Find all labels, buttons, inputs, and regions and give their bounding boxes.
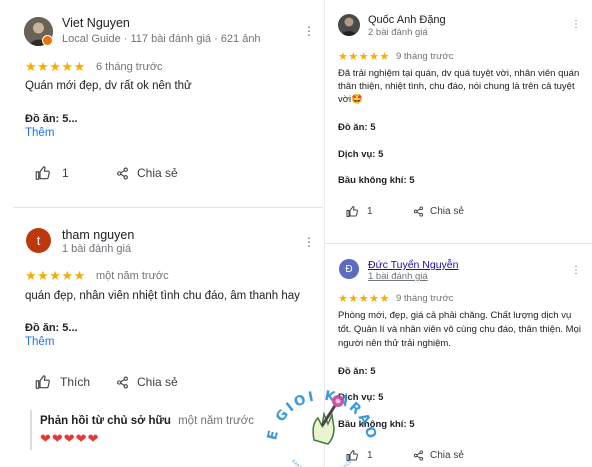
reviewer-name[interactable]: Đức Tuyển Nguyễn	[368, 259, 459, 271]
share-label: Chia sẻ	[430, 450, 464, 461]
review-text: Quán mới đẹp, dv rất ok nên thử	[25, 80, 192, 92]
left-review-column: Viet Nguyen Local Guide · 117 bài đánh g…	[0, 0, 323, 467]
thumbs-up-icon	[35, 375, 50, 389]
thumbs-up-icon	[35, 166, 50, 180]
reviewer-name[interactable]: Quốc Anh Đặng	[368, 14, 446, 26]
atmosphere-rating: Bầu không khí: 5	[338, 419, 415, 430]
service-rating: Dịch vụ: 5	[338, 149, 384, 160]
avatar[interactable]: Đ	[339, 259, 359, 279]
owner-reply-time: một năm trước	[178, 415, 255, 427]
review-time: 6 tháng trước	[96, 61, 163, 73]
like-count: 1	[62, 166, 69, 180]
like-button[interactable]: 1	[35, 166, 69, 180]
share-label: Chia sẻ	[137, 166, 178, 180]
atmosphere-rating: Bầu không khí: 5	[338, 175, 415, 186]
food-rating: Đồ ăn: 5...	[25, 113, 78, 125]
service-rating: Dịch vụ: 5	[338, 392, 384, 403]
food-rating: Đồ ăn: 5	[338, 122, 376, 133]
thumbs-up-icon	[346, 206, 358, 217]
reviewer-meta[interactable]: 1 bài đánh giá	[368, 271, 428, 282]
star-rating: ★★★★★	[25, 268, 86, 283]
avatar-letter: t	[36, 233, 41, 248]
more-options-icon[interactable]: ⋮	[303, 25, 315, 37]
review-time: 9 tháng trước	[396, 293, 454, 304]
like-button[interactable]: 1	[346, 206, 373, 217]
share-button[interactable]: Chia sẻ	[116, 375, 178, 389]
reviewer-name[interactable]: tham nguyen	[62, 228, 134, 242]
share-label: Chia sẻ	[430, 206, 464, 217]
review-text: Đã trải nghiệm tại quán, dv quá tuyệt vờ…	[338, 68, 580, 105]
share-button[interactable]: Chia sẻ	[116, 166, 178, 180]
like-count: 1	[367, 206, 373, 217]
reviewer-name[interactable]: Viet Nguyen	[62, 16, 130, 30]
more-options-icon[interactable]: ⋮	[571, 266, 581, 276]
like-count: 1	[367, 450, 373, 461]
like-button[interactable]: Thích	[35, 375, 90, 389]
review-divider	[325, 243, 592, 244]
food-rating: Đồ ăn: 5...	[25, 322, 78, 334]
more-options-icon[interactable]: ⋮	[303, 236, 315, 248]
owner-reply: Phản hồi từ chủ sở hữu một năm trước ❤❤❤…	[30, 410, 300, 450]
review-text: quán đẹp, nhân viên nhiệt tình chu đáo, …	[25, 290, 300, 302]
avatar[interactable]	[338, 14, 360, 36]
local-guide-badge	[42, 35, 53, 46]
share-icon	[413, 206, 424, 217]
star-rating: ★★★★★	[338, 293, 390, 305]
star-rating: ★★★★★	[25, 59, 86, 74]
owner-reply-text: ❤❤❤❤❤	[40, 431, 100, 446]
share-icon	[116, 167, 129, 180]
right-review-column: Quốc Anh Đặng 2 bài đánh giá ⋮ ★★★★★ 9 t…	[324, 0, 592, 467]
share-button[interactable]: Chia sẻ	[413, 450, 464, 461]
food-rating: Đồ ăn: 5	[338, 366, 376, 377]
reviewer-meta[interactable]: 2 bài đánh giá	[368, 27, 428, 38]
review-time: 9 tháng trước	[396, 51, 454, 62]
share-icon	[413, 450, 424, 461]
more-link[interactable]: Thêm	[25, 127, 54, 139]
more-options-icon[interactable]: ⋮	[571, 20, 581, 30]
avatar-letter: Đ	[345, 263, 353, 275]
share-button[interactable]: Chia sẻ	[413, 206, 464, 217]
reviewer-meta[interactable]: 1 bài đánh giá	[62, 243, 131, 255]
more-link[interactable]: Thêm	[25, 336, 54, 348]
star-rating: ★★★★★	[338, 51, 390, 63]
like-button[interactable]: 1	[346, 450, 373, 461]
share-icon	[116, 376, 129, 389]
review-time: một năm trước	[96, 270, 169, 282]
share-label: Chia sẻ	[137, 375, 178, 389]
avatar[interactable]: t	[26, 228, 51, 253]
owner-reply-header: Phản hồi từ chủ sở hữu một năm trước	[40, 415, 254, 427]
reviewer-meta[interactable]: Local Guide · 117 bài đánh giá · 621 ảnh	[62, 33, 261, 45]
review-divider	[13, 207, 323, 208]
owner-reply-label: Phản hồi từ chủ sở hữu	[40, 415, 171, 427]
thumbs-up-icon	[346, 450, 358, 461]
avatar-photo	[338, 14, 360, 36]
review-text: Phòng mới, đẹp, giá cả phải chăng. Chất …	[338, 310, 581, 349]
like-label: Thích	[60, 375, 91, 389]
